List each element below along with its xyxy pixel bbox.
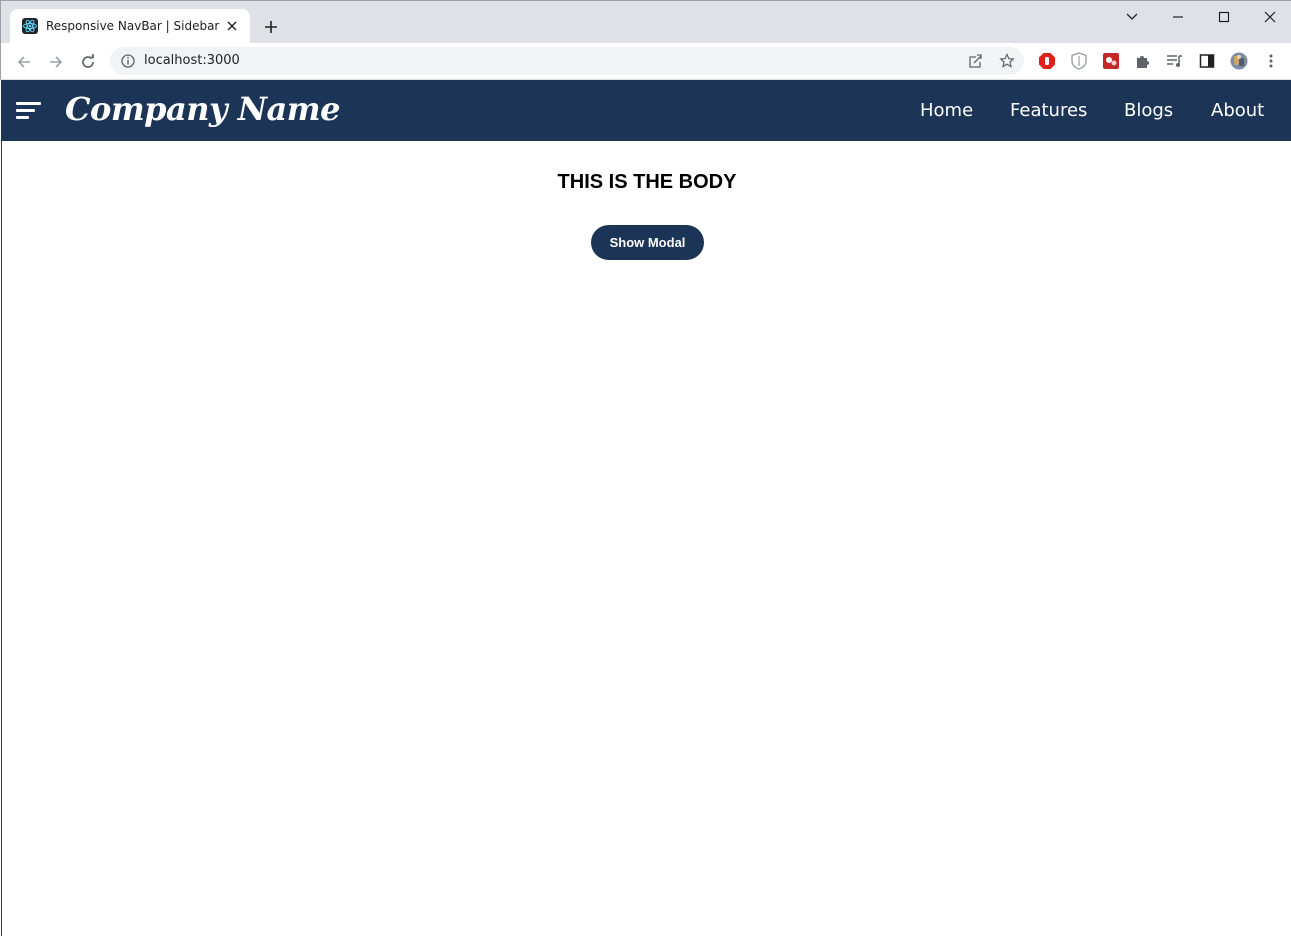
browser-tab-strip: Responsive NavBar | Sidebar bbox=[0, 0, 1291, 44]
close-icon[interactable] bbox=[223, 17, 241, 35]
plus-icon[interactable] bbox=[261, 17, 281, 37]
arrow-right-icon[interactable] bbox=[45, 51, 67, 73]
nav-link-features[interactable]: Features bbox=[1010, 100, 1087, 121]
react-icon bbox=[22, 18, 38, 34]
star-icon[interactable] bbox=[998, 52, 1016, 70]
nav-link-blogs[interactable]: Blogs bbox=[1124, 100, 1173, 121]
share-icon[interactable] bbox=[966, 52, 984, 70]
hamburger-menu-icon[interactable] bbox=[16, 101, 42, 121]
more-vert-icon[interactable] bbox=[1262, 52, 1280, 70]
chevron-down-icon[interactable] bbox=[1120, 5, 1144, 29]
url-text[interactable]: localhost:3000 bbox=[144, 53, 240, 68]
profile-avatar-icon[interactable] bbox=[1230, 52, 1248, 70]
app-navbar: Company Name Home Features Blogs About bbox=[1, 80, 1291, 141]
page-body: THIS IS THE BODY Show Modal bbox=[1, 141, 1291, 936]
minimize-icon[interactable] bbox=[1166, 5, 1190, 29]
extension-red-icon[interactable] bbox=[1102, 52, 1120, 70]
reload-icon[interactable] bbox=[77, 51, 99, 73]
browser-tab[interactable]: Responsive NavBar | Sidebar bbox=[10, 9, 250, 44]
nav-link-home[interactable]: Home bbox=[920, 100, 973, 121]
adblock-icon[interactable] bbox=[1038, 52, 1056, 70]
info-icon[interactable] bbox=[120, 53, 136, 69]
maximize-icon[interactable] bbox=[1212, 5, 1236, 29]
page-heading: THIS IS THE BODY bbox=[557, 171, 737, 193]
puzzle-icon[interactable] bbox=[1134, 52, 1152, 70]
nav-link-about[interactable]: About bbox=[1211, 100, 1264, 121]
show-modal-button[interactable]: Show Modal bbox=[591, 225, 704, 260]
browser-toolbar: localhost:3000 bbox=[0, 43, 1291, 80]
close-icon[interactable] bbox=[1258, 5, 1282, 29]
brand-logo[interactable]: Company Name bbox=[65, 90, 340, 128]
address-bar[interactable]: localhost:3000 bbox=[110, 47, 1024, 75]
tab-title: Responsive NavBar | Sidebar bbox=[46, 19, 220, 33]
side-panel-icon[interactable] bbox=[1198, 52, 1216, 70]
media-queue-icon[interactable] bbox=[1166, 52, 1184, 70]
shield-icon[interactable] bbox=[1070, 52, 1088, 70]
arrow-left-icon[interactable] bbox=[13, 51, 35, 73]
